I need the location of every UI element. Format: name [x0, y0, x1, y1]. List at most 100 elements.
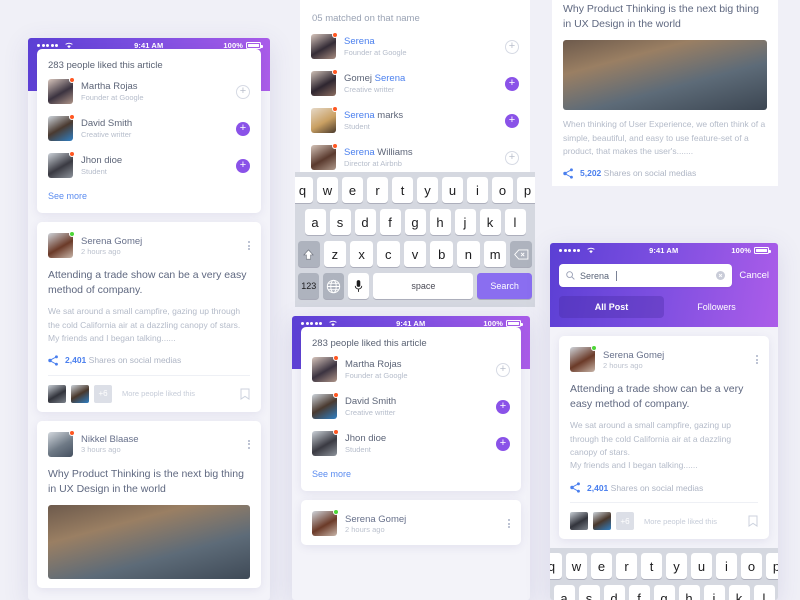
list-item[interactable]: Gomej Serena Creative writter +	[300, 65, 530, 102]
add-person-button[interactable]: +	[236, 158, 250, 173]
key-w[interactable]: w	[317, 177, 338, 203]
share-nodes-icon	[48, 355, 59, 366]
add-person-button[interactable]: +	[505, 113, 519, 128]
key-z[interactable]: z	[323, 241, 347, 267]
avatar	[312, 511, 337, 536]
key-n[interactable]: n	[457, 241, 480, 267]
key-d[interactable]: d	[603, 585, 625, 600]
key-e[interactable]: e	[342, 177, 363, 203]
key-o[interactable]: o	[741, 553, 762, 580]
avatar	[312, 431, 337, 456]
key-x[interactable]: x	[350, 241, 373, 267]
key-s[interactable]: s	[578, 585, 600, 600]
status-badge	[69, 151, 75, 157]
key-g[interactable]: g	[653, 585, 675, 600]
add-person-button[interactable]: +	[496, 362, 510, 377]
key-f[interactable]: f	[628, 585, 650, 600]
tab-all-post[interactable]: All Post	[559, 296, 664, 318]
key-i[interactable]: i	[467, 177, 488, 203]
space-key[interactable]: space	[373, 273, 474, 299]
key-r[interactable]: r	[616, 553, 637, 580]
tab-followers[interactable]: Followers	[664, 296, 769, 318]
search-input[interactable]: Serena	[559, 264, 733, 287]
key-m[interactable]: m	[483, 241, 507, 267]
search-key[interactable]: Search	[477, 273, 532, 299]
key-g[interactable]: g	[404, 209, 426, 235]
see-more-link[interactable]: See more	[37, 184, 261, 213]
key-a[interactable]: a	[553, 585, 575, 600]
key-v[interactable]: v	[403, 241, 427, 267]
key-k[interactable]: k	[728, 585, 750, 600]
key-u[interactable]: u	[442, 177, 463, 203]
cancel-button[interactable]: Cancel	[739, 270, 769, 281]
bookmark-icon[interactable]	[748, 515, 758, 528]
key-f[interactable]: f	[379, 209, 401, 235]
key-q[interactable]: q	[295, 177, 313, 203]
key-s[interactable]: s	[329, 209, 351, 235]
list-item[interactable]: Serena marks Student +	[300, 102, 530, 139]
list-item[interactable]: David Smith Creative writter +	[301, 388, 521, 425]
key-d[interactable]: d	[354, 209, 376, 235]
key-k[interactable]: k	[479, 209, 501, 235]
key-y[interactable]: y	[417, 177, 438, 203]
list-item[interactable]: Jhon dioe Student +	[301, 425, 521, 462]
key-h[interactable]: h	[678, 585, 700, 600]
key-c[interactable]: c	[376, 241, 400, 267]
status-badge	[332, 32, 338, 38]
key-j[interactable]: j	[703, 585, 725, 600]
microphone-icon[interactable]	[348, 273, 370, 299]
person-role: Founder at Google	[344, 47, 407, 57]
key-t[interactable]: t	[641, 553, 662, 580]
list-item[interactable]: Serena Founder at Google +	[300, 28, 530, 65]
matched-panel-title: 05 matched on that name	[312, 13, 420, 24]
more-vertical-icon[interactable]	[248, 439, 250, 449]
list-item[interactable]: Jhon dioe Student +	[37, 147, 261, 184]
key-j[interactable]: j	[454, 209, 476, 235]
add-person-button[interactable]: +	[496, 399, 510, 414]
add-person-button[interactable]: +	[505, 150, 519, 165]
more-vertical-icon[interactable]	[508, 519, 510, 528]
key-l[interactable]: l	[504, 209, 526, 235]
key-q[interactable]: q	[550, 553, 562, 580]
globe-icon[interactable]	[323, 273, 345, 299]
list-item[interactable]: Martha Rojas Founder at Google +	[301, 351, 521, 388]
screenshot-canvas: 9:41 AM 100% Serena Cancel	[0, 0, 800, 600]
key-e[interactable]: e	[591, 553, 612, 580]
add-person-button[interactable]: +	[505, 76, 519, 91]
add-person-button[interactable]: +	[236, 121, 250, 136]
key-y[interactable]: y	[666, 553, 687, 580]
key-l[interactable]: l	[753, 585, 775, 600]
share-row[interactable]: 2,401 Shares on social medias	[48, 355, 250, 366]
key-r[interactable]: r	[367, 177, 388, 203]
key-u[interactable]: u	[691, 553, 712, 580]
key-t[interactable]: t	[392, 177, 413, 203]
see-more-link[interactable]: See more	[301, 462, 521, 491]
key-p[interactable]: p	[517, 177, 535, 203]
key-i[interactable]: i	[716, 553, 737, 580]
extra-count-badge: +6	[616, 512, 634, 531]
key-h[interactable]: h	[429, 209, 451, 235]
add-person-button[interactable]: +	[236, 84, 250, 99]
shift-key[interactable]	[297, 241, 320, 267]
share-row[interactable]: 2,401 Shares on social medias	[570, 482, 758, 493]
add-person-button[interactable]: +	[496, 436, 510, 451]
person-name: David Smith	[345, 395, 397, 407]
backspace-key[interactable]	[510, 241, 533, 267]
key-b[interactable]: b	[430, 241, 454, 267]
key-a[interactable]: a	[304, 209, 326, 235]
key-o[interactable]: o	[492, 177, 513, 203]
list-item[interactable]: Serena Williams Director at Airbnb +	[300, 139, 530, 176]
more-vertical-icon[interactable]	[756, 355, 758, 364]
key-p[interactable]: p	[766, 553, 778, 580]
numbers-key[interactable]: 123	[298, 273, 320, 299]
avatar	[311, 108, 336, 133]
clear-circle-icon[interactable]	[716, 271, 726, 280]
list-item[interactable]: David Smith Creative writter +	[37, 110, 261, 147]
add-person-button[interactable]: +	[505, 39, 519, 54]
key-w[interactable]: w	[566, 553, 587, 580]
more-vertical-icon[interactable]	[248, 241, 250, 250]
bookmark-icon[interactable]	[240, 388, 250, 400]
list-item[interactable]: Martha Rojas Founder at Google +	[37, 73, 261, 110]
share-row[interactable]: 5,202 Shares on social medias	[563, 168, 767, 179]
post-header: Serena Gomej 2 hours ago	[312, 509, 510, 536]
